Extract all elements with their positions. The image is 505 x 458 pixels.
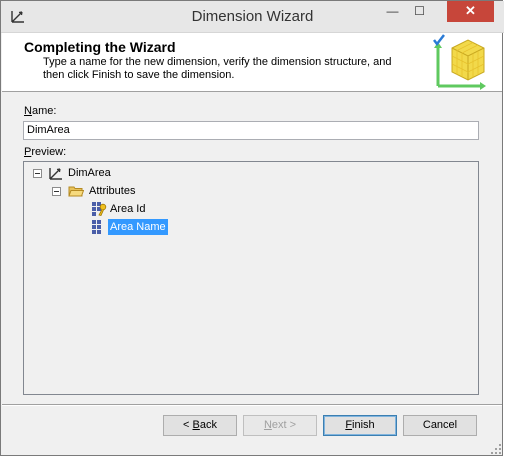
cancel-button[interactable]: Cancel <box>403 415 477 436</box>
resize-grip-icon[interactable] <box>490 443 502 455</box>
dimension-wizard-window: Dimension Wizard — ☐ ✕ Completing the Wi… <box>0 0 504 456</box>
attribute-icon <box>92 220 101 234</box>
page-title: Completing the Wizard <box>24 39 176 55</box>
minimize-button[interactable]: — <box>379 1 406 22</box>
tree-node-label: Attributes <box>89 185 136 197</box>
tree-node-root[interactable]: DimArea <box>24 165 224 181</box>
cube-icon <box>433 34 486 90</box>
footer-separator <box>2 404 502 406</box>
collapse-icon[interactable] <box>52 187 61 196</box>
next-button[interactable]: Next > <box>243 415 317 436</box>
key-attribute-icon <box>92 202 107 216</box>
maximize-button[interactable]: ☐ <box>406 1 433 22</box>
collapse-icon[interactable] <box>33 169 42 178</box>
tree-node-attributes[interactable]: Attributes <box>24 183 224 199</box>
preview-label: Preview: <box>24 146 67 158</box>
tree-node-label: Area Id <box>110 203 146 215</box>
wizard-header: Completing the Wizard Type a name for th… <box>2 33 502 92</box>
tree-node-label: DimArea <box>68 167 111 179</box>
tree-node-area-id[interactable]: Area Id <box>24 201 224 217</box>
tree-node-label-selected: Area Name <box>108 219 168 235</box>
tree-node-area-name[interactable]: Area Name <box>24 219 224 235</box>
folder-icon <box>68 186 84 197</box>
page-description: Type a name for the new dimension, verif… <box>43 56 392 81</box>
dimension-icon <box>49 168 62 180</box>
title-bar[interactable]: Dimension Wizard — ☐ ✕ <box>1 1 504 33</box>
preview-tree[interactable]: DimArea Attributes Area Id Area Name <box>23 161 479 395</box>
finish-button[interactable]: Finish <box>323 415 397 436</box>
back-button[interactable]: < Back <box>163 415 237 436</box>
dimension-name-input[interactable]: DimArea <box>23 121 479 140</box>
name-label: Name: <box>24 105 57 117</box>
close-button[interactable]: ✕ <box>447 1 494 22</box>
